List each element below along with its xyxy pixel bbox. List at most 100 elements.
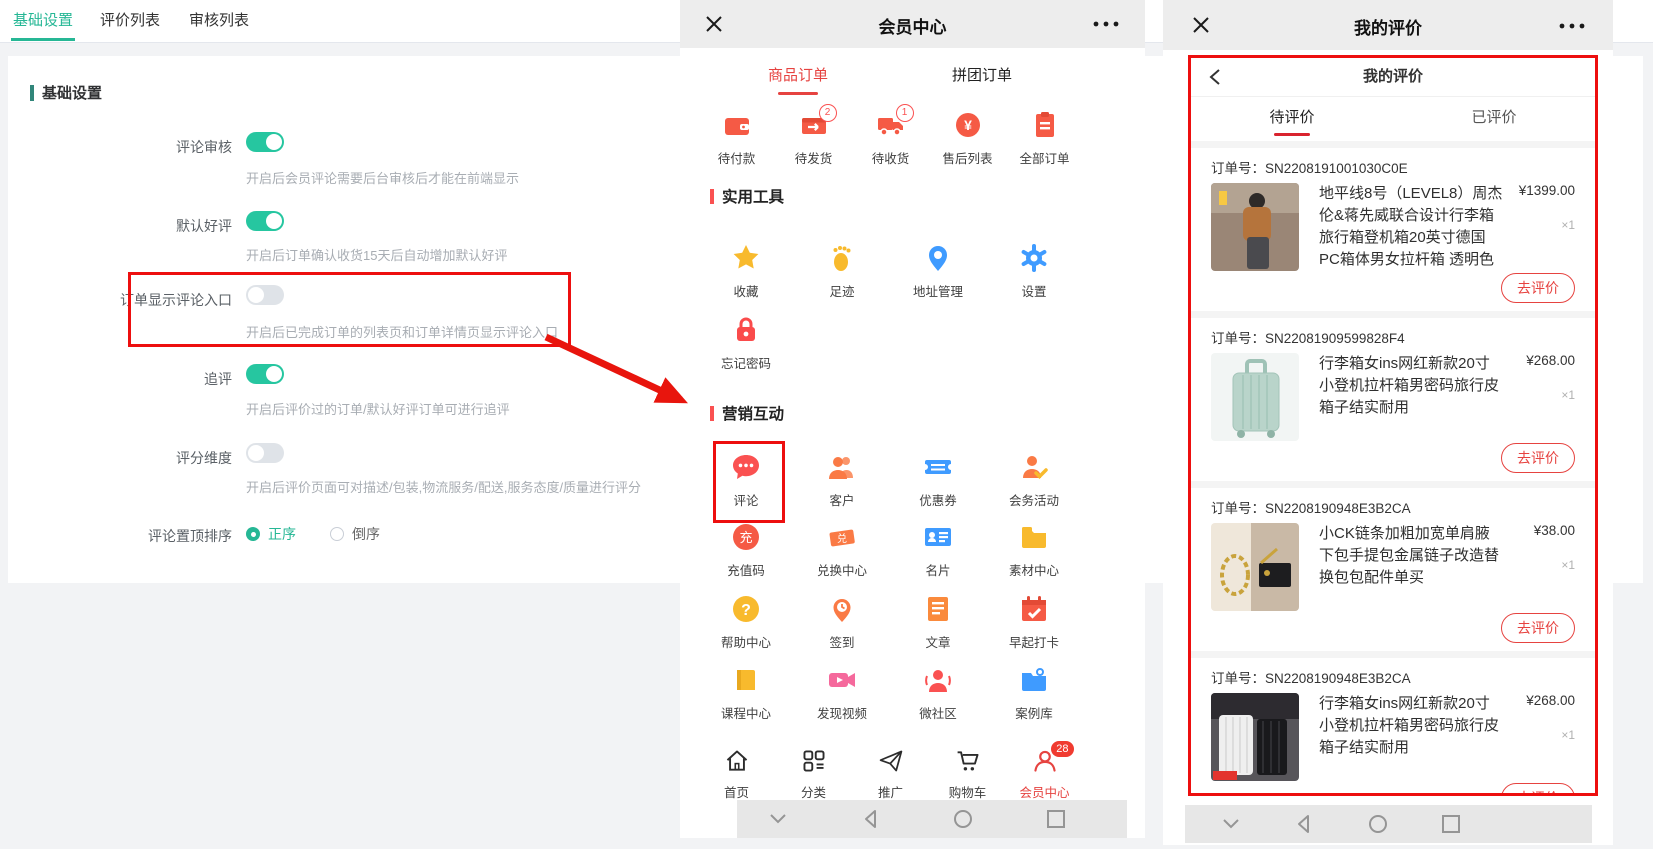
tab-review-list[interactable]: 评价列表 <box>98 0 162 41</box>
tabbar-item-promote[interactable]: 推广 <box>852 748 929 801</box>
page-title: 我的评价 <box>1163 14 1613 39</box>
status-item-pending-payment[interactable]: 待付款 <box>698 110 775 167</box>
tool-label: 收藏 <box>733 281 758 300</box>
tab-reviewed[interactable]: 已评价 <box>1393 97 1595 141</box>
marketing-label: 客户 <box>829 490 854 509</box>
product-image <box>1211 693 1299 781</box>
radio-desc[interactable] <box>330 527 344 541</box>
chevron-down-icon[interactable] <box>1220 816 1242 832</box>
marketing-item-case-library[interactable]: 案例库 <box>986 665 1082 722</box>
go-review-button[interactable]: 去评价 <box>1501 273 1575 303</box>
marketing-item-exchange-center[interactable]: 兑 兑换中心 <box>794 522 890 579</box>
marketing-item-comment[interactable]: 评论 <box>698 452 794 509</box>
tool-label: 地址管理 <box>913 281 963 300</box>
status-label: 待付款 <box>718 148 756 167</box>
pin-sort-options: 正序 倒序 <box>246 524 380 544</box>
tool-item-footprints[interactable]: 足迹 <box>794 243 890 300</box>
go-review-button[interactable]: 去评价 <box>1501 443 1575 473</box>
status-label: 待收货 <box>872 148 910 167</box>
status-item-pending-receipt[interactable]: 1 待收货 <box>852 110 929 167</box>
marketing-label: 签到 <box>829 632 854 651</box>
promote-icon <box>878 748 904 774</box>
tab-product-orders[interactable]: 商品订单 <box>763 64 833 95</box>
cart-icon <box>955 748 981 774</box>
marketing-item-checkin[interactable]: 签到 <box>794 594 890 651</box>
order-sn-label: 订单号： <box>1211 501 1265 516</box>
nav-back-icon[interactable] <box>860 808 882 830</box>
radio-desc-label[interactable]: 倒序 <box>352 524 380 544</box>
toggle-rating-dimension[interactable] <box>246 443 284 463</box>
tool-item-forgot-password[interactable]: 忘记密码 <box>698 315 794 372</box>
marketing-label: 早起打卡 <box>1009 632 1059 651</box>
android-nav-bar <box>737 800 1127 838</box>
tab-audit-list[interactable]: 审核列表 <box>187 0 251 41</box>
marketing-item-course-center[interactable]: 课程中心 <box>698 665 794 722</box>
radio-asc-label[interactable]: 正序 <box>268 524 296 544</box>
go-review-button[interactable]: 去评价 <box>1501 783 1575 796</box>
marketing-item-help-center[interactable]: ? 帮助中心 <box>698 594 794 651</box>
nav-home-icon[interactable] <box>952 808 974 830</box>
order-sn: 订单号：SN2208191001030C0E <box>1211 157 1575 177</box>
marketing-item-customers[interactable]: 客户 <box>794 452 890 509</box>
chevron-down-icon[interactable] <box>767 811 789 827</box>
tab-basic-settings[interactable]: 基础设置 <box>11 0 75 41</box>
member-icon: 28 <box>1032 748 1058 774</box>
member-center-screen: 会员中心 商品订单 拼团订单 待付款 2 待发货 1 待收货 ¥ 售后列表 <box>680 0 1145 838</box>
tabbar-item-category[interactable]: 分类 <box>775 748 852 801</box>
marketing-label: 发现视频 <box>817 703 867 722</box>
more-icon[interactable] <box>1559 23 1585 29</box>
marketing-item-events[interactable]: 会务活动 <box>986 452 1082 509</box>
status-item-pending-shipment[interactable]: 2 待发货 <box>775 110 852 167</box>
status-item-aftersale-list[interactable]: ¥ 售后列表 <box>929 110 1006 167</box>
location-icon <box>923 243 953 273</box>
marketing-item-recharge-code[interactable]: 充 充值码 <box>698 522 794 579</box>
go-review-button[interactable]: 去评价 <box>1501 613 1575 643</box>
marketing-item-coupons[interactable]: 优惠券 <box>890 452 986 509</box>
marketing-item-material-center[interactable]: 素材中心 <box>986 522 1082 579</box>
order-sn-value: SN2208190948E3B2CA <box>1265 501 1411 516</box>
tool-item-address-management[interactable]: 地址管理 <box>890 243 986 300</box>
tool-item-favorites[interactable]: 收藏 <box>698 243 794 300</box>
product-image <box>1211 353 1299 441</box>
tab-active-underline <box>778 92 818 95</box>
status-item-all-orders[interactable]: 全部订单 <box>1006 110 1083 167</box>
marketing-label: 案例库 <box>1015 703 1053 722</box>
tab-label: 拼团订单 <box>952 67 1012 84</box>
marketing-item-morning-checkin[interactable]: 早起打卡 <box>986 594 1082 651</box>
product-name: 行李箱女ins网红新款20寸小登机拉杆箱男密码旅行皮箱子结实耐用 <box>1319 693 1503 781</box>
tabbar-item-cart[interactable]: 购物车 <box>929 748 1006 801</box>
title-accent-bar <box>30 85 34 101</box>
star-icon <box>731 243 761 273</box>
toggle-order-entry[interactable] <box>246 285 284 305</box>
nav-recent-icon[interactable] <box>1440 813 1462 835</box>
count-badge: 1 <box>896 104 914 122</box>
reviews-tabs: 待评价 已评价 <box>1191 97 1595 141</box>
order-sn-label: 订单号： <box>1211 671 1265 686</box>
nav-recent-icon[interactable] <box>1045 808 1067 830</box>
radio-asc[interactable] <box>246 527 260 541</box>
section-accent-bar <box>710 406 714 421</box>
tabbar-item-home[interactable]: 首页 <box>698 748 775 801</box>
tab-group-orders[interactable]: 拼团订单 <box>947 64 1017 85</box>
nav-home-icon[interactable] <box>1367 813 1389 835</box>
tool-item-settings[interactable]: 设置 <box>986 243 1082 300</box>
more-icon[interactable] <box>1093 21 1119 27</box>
toggle-followup-review[interactable] <box>246 364 284 384</box>
category-icon <box>801 748 827 774</box>
tab-active-underline <box>1274 133 1310 136</box>
marketing-item-articles[interactable]: 文章 <box>890 594 986 651</box>
marketing-item-business-card[interactable]: 名片 <box>890 522 986 579</box>
tab-pending-review[interactable]: 待评价 <box>1191 97 1393 141</box>
order-sn-label: 订单号： <box>1211 161 1265 176</box>
toggle-comment-audit[interactable] <box>246 132 284 152</box>
toggle-default-praise[interactable] <box>246 211 284 231</box>
tabbar-item-member-center[interactable]: 28 会员中心 <box>1006 748 1083 801</box>
nav-back-icon[interactable] <box>1293 813 1315 835</box>
marketing-item-discover-videos[interactable]: 发现视频 <box>794 665 890 722</box>
marketing-item-micro-community[interactable]: 微社区 <box>890 665 986 722</box>
event-icon <box>1019 452 1049 482</box>
reviews-subheader: 我的评价 <box>1191 58 1595 97</box>
idcard-icon <box>923 522 953 552</box>
tab-label: 已评价 <box>1471 109 1516 126</box>
customers-icon <box>827 452 857 482</box>
